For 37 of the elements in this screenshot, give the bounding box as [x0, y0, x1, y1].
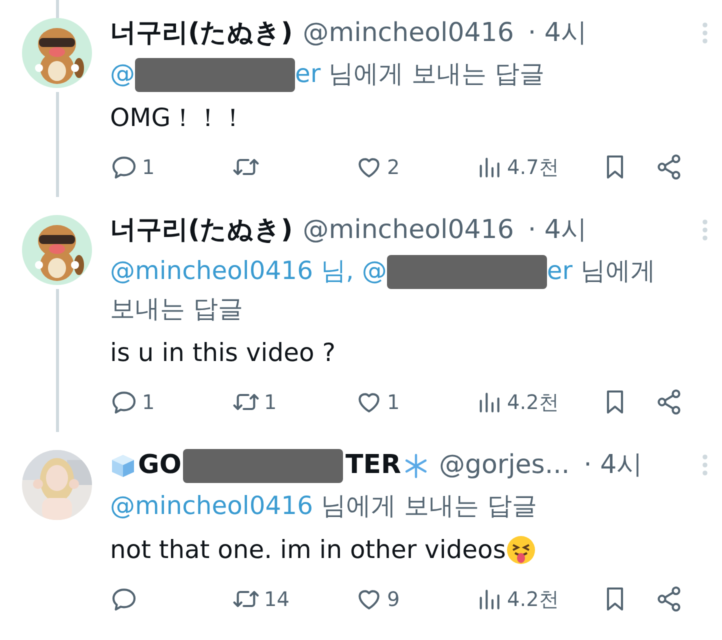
post-text: not that one. im in other videos	[110, 534, 506, 566]
snowflake-icon	[402, 452, 429, 478]
share-icon[interactable]	[655, 585, 683, 613]
ice-cube-icon	[110, 452, 136, 478]
reply-to-text: 님에게	[580, 256, 656, 285]
display-name: 너구리(たぬき)	[110, 214, 293, 247]
mention-link[interactable]: @mincheol0416	[110, 491, 313, 520]
display-name: GO	[138, 449, 182, 482]
post-time: · 4시	[528, 17, 587, 50]
action-count: 4.2천	[507, 586, 559, 613]
post-text: OMG！！！	[110, 102, 246, 134]
user-handle[interactable]: @gorjes...	[438, 446, 570, 485]
display-name: TER	[345, 449, 401, 482]
display-name: 너구리(たぬき)	[110, 17, 293, 50]
post-text: is u in this video ?	[110, 337, 336, 369]
action-count: 1	[142, 154, 155, 181]
post-time: · 4시	[528, 214, 587, 247]
mention-link[interactable]: er	[295, 59, 321, 88]
mention-link[interactable]: er	[546, 256, 572, 285]
post-time: · 4시	[584, 449, 643, 482]
reply-to-text: 님에게 보내는 답글	[320, 491, 537, 520]
action-count: 1	[387, 389, 400, 416]
action-count: 4.2천	[507, 389, 559, 416]
action-count: 9	[387, 586, 400, 613]
action-count: 1	[142, 389, 155, 416]
reply-to-text: 님에게 보내는 답글	[328, 59, 545, 88]
share-icon[interactable]	[655, 153, 683, 181]
action-count: 4.7천	[507, 154, 559, 181]
action-count: 14	[264, 586, 290, 613]
reply-to-text: 보내는 답글	[110, 294, 243, 323]
user-handle[interactable]: @mincheol0416	[302, 14, 514, 53]
share-icon[interactable]	[655, 388, 683, 416]
mention-link[interactable]: @	[110, 59, 135, 88]
user-handle[interactable]: @mincheol0416	[302, 211, 514, 250]
mention-link[interactable]: @mincheol0416 님, @	[110, 256, 387, 285]
action-count: 2	[387, 154, 400, 181]
action-count: 1	[264, 389, 277, 416]
